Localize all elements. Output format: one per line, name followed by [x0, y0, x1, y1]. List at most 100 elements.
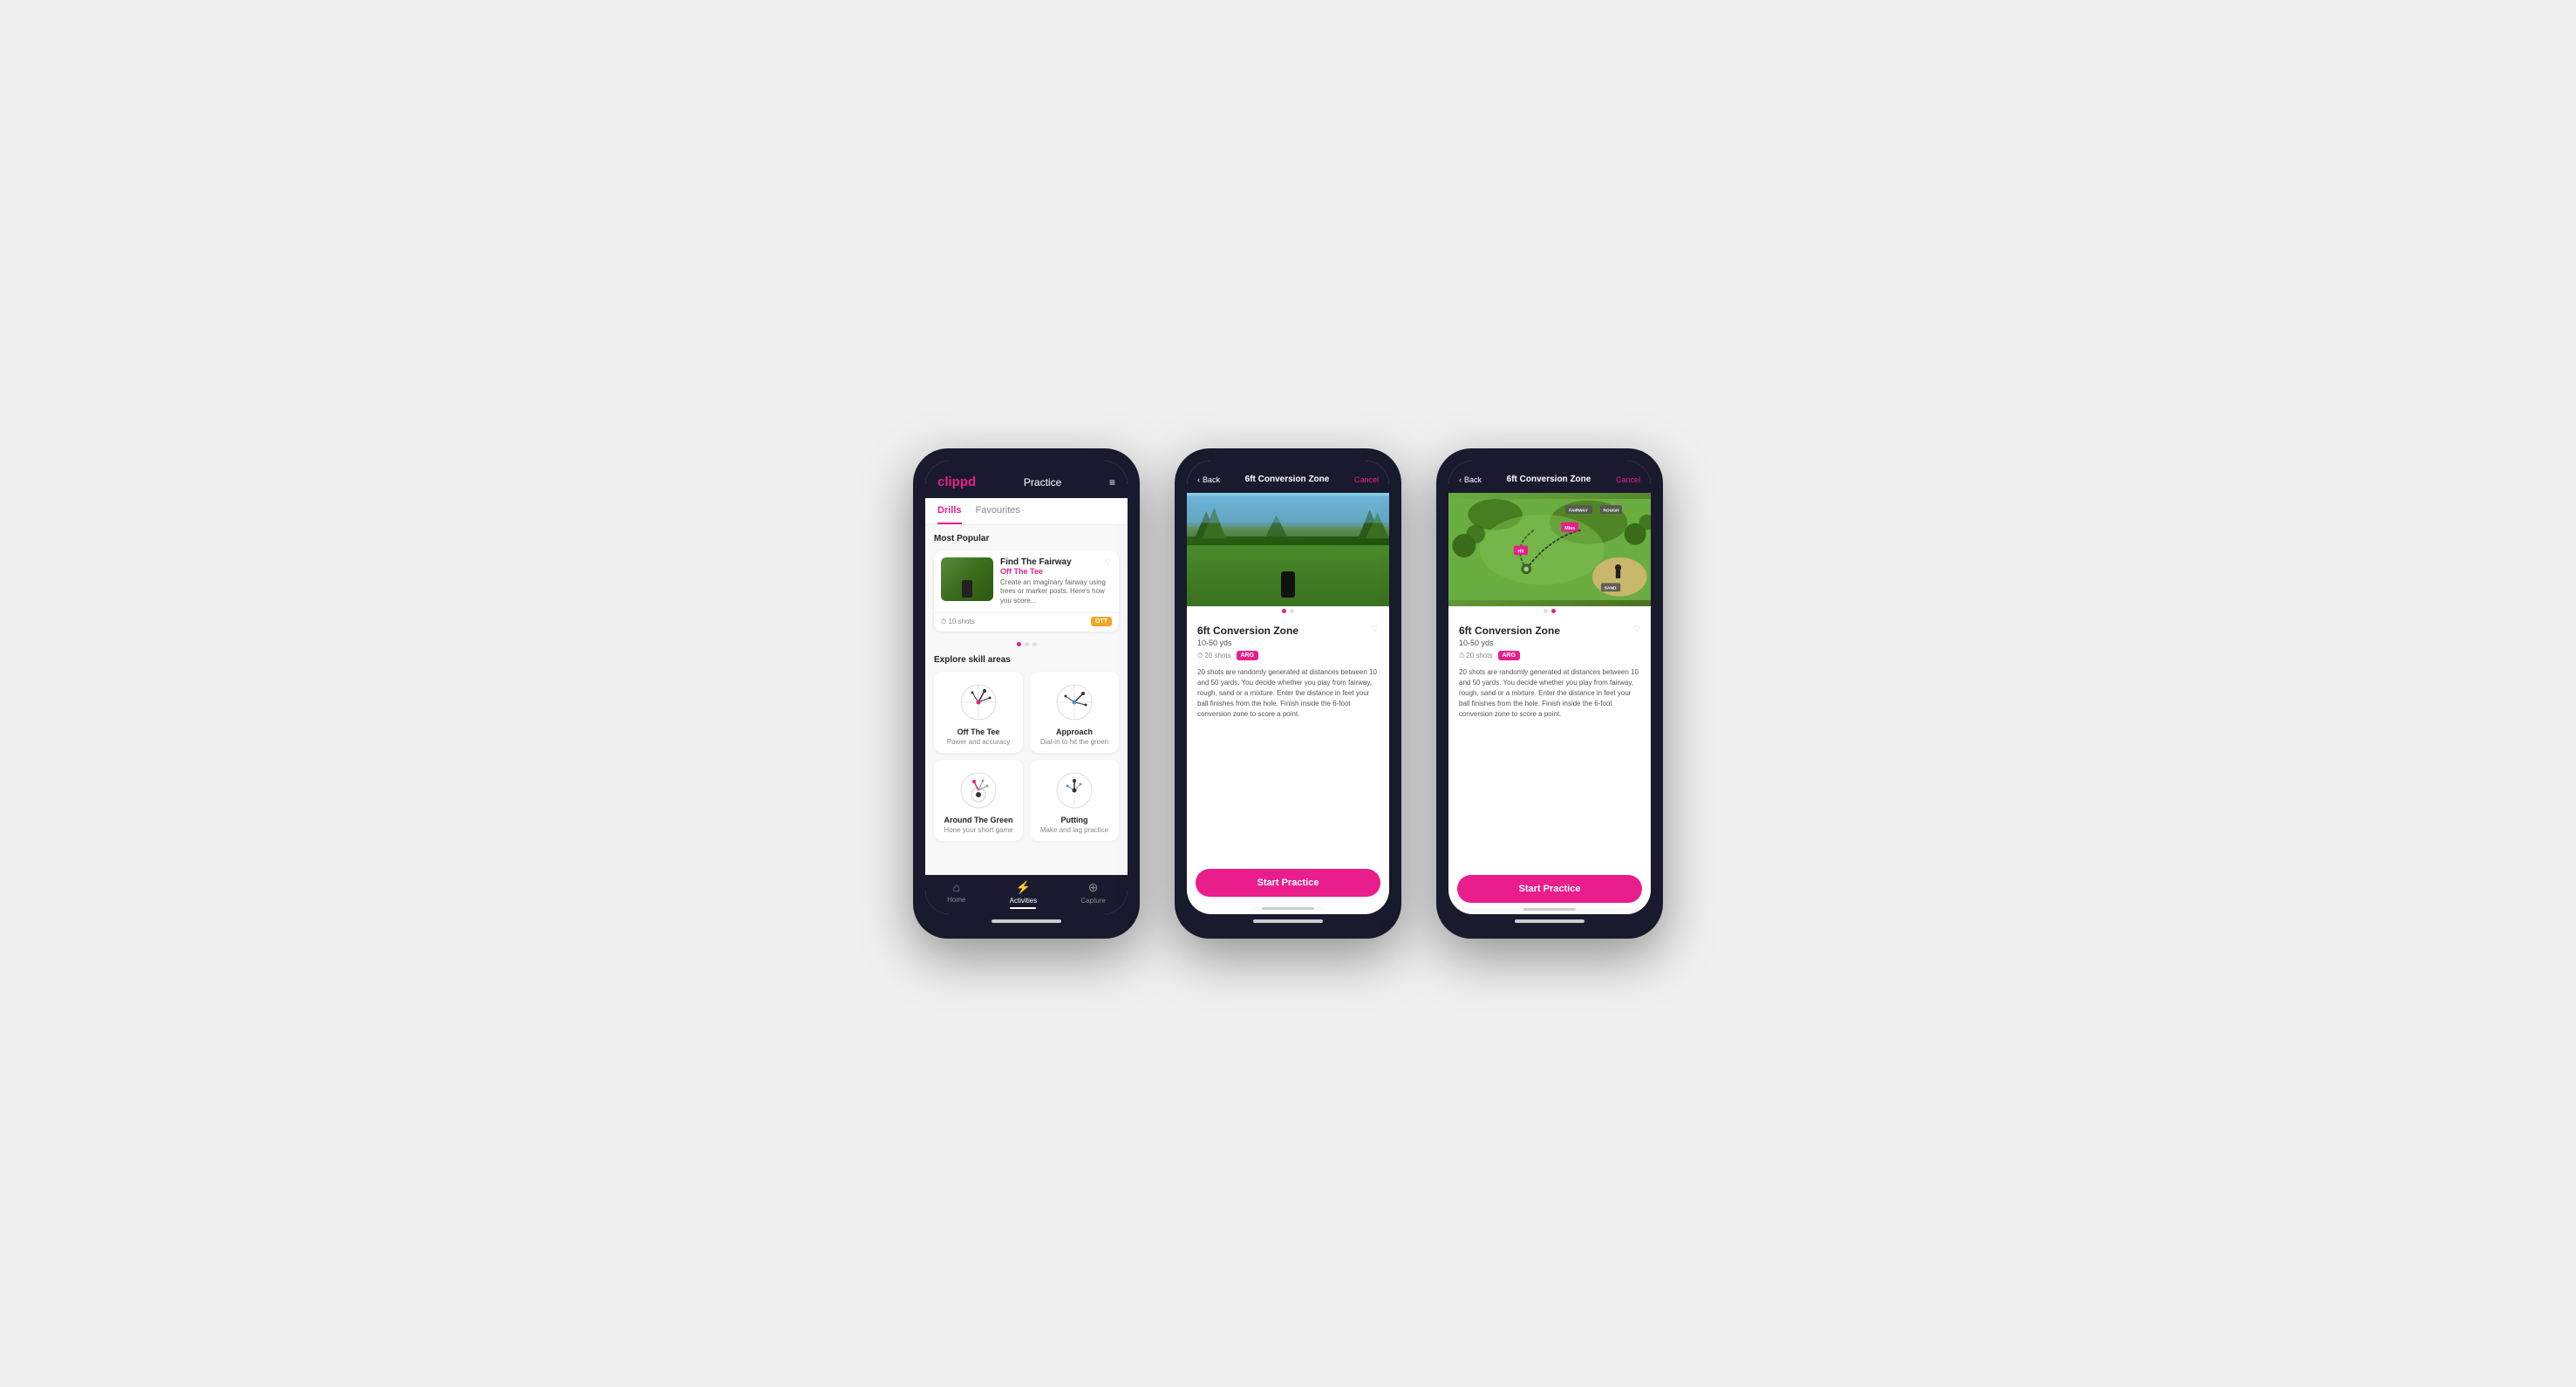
- phone-1: clippd Practice ≡ Drills Favourites Most…: [913, 448, 1140, 939]
- shots-info: ⏱ 10 shots: [941, 618, 975, 626]
- svg-text:Hit: Hit: [1517, 550, 1523, 555]
- screen-content: Most Popular Find The Fairway Off The Te…: [925, 525, 1128, 875]
- nav-capture-label: Capture: [1080, 897, 1105, 905]
- image-dots: [1448, 606, 1651, 616]
- skill-desc: Make and lag practice: [1040, 826, 1108, 834]
- putting-icon: [1053, 769, 1096, 812]
- skill-card-off-the-tee[interactable]: Off The Tee Power and accuracy: [934, 672, 1023, 753]
- home-bar: [1253, 919, 1323, 923]
- off-the-tee-icon: [957, 680, 1000, 724]
- home-bar: [992, 919, 1061, 923]
- home-bar: [1515, 919, 1584, 923]
- drill-subtitle: Off The Tee: [1000, 567, 1072, 576]
- home-bar: [1253, 907, 1323, 911]
- phone-notch: [1515, 448, 1584, 454]
- menu-icon[interactable]: ≡: [1109, 476, 1115, 489]
- skill-name: Around The Green: [944, 816, 1012, 824]
- drill-description: Create an imaginary fairway using trees …: [1000, 578, 1112, 605]
- drill-info: Find The Fairway Off The Tee ♡ Create an…: [1000, 557, 1112, 605]
- drill-header-title: 6ft Conversion Zone: [1245, 475, 1330, 484]
- phone-notch: [992, 448, 1061, 454]
- drill-title: Find The Fairway: [1000, 557, 1072, 567]
- phone-3: ‹ Back 6ft Conversion Zone Cancel: [1436, 448, 1663, 939]
- svg-text:FAIRWAY: FAIRWAY: [1569, 508, 1588, 513]
- drill-header: ‹ Back 6ft Conversion Zone Cancel: [1187, 461, 1389, 493]
- back-button[interactable]: ‹ Back: [1459, 475, 1482, 484]
- drill-detail-content: 6ft Conversion Zone ♡ 10-50 yds ⏱ 20 sho…: [1448, 616, 1651, 870]
- card-footer: ⏱ 10 shots OTT: [934, 612, 1119, 632]
- cancel-button[interactable]: Cancel: [1354, 475, 1379, 484]
- nav-activities[interactable]: ⚡ Activities: [1010, 880, 1038, 909]
- chevron-left-icon: ‹: [1459, 475, 1462, 484]
- favourite-icon[interactable]: ♡: [1632, 625, 1640, 634]
- drill-title: 6ft Conversion Zone: [1459, 625, 1560, 637]
- skill-desc: Power and accuracy: [947, 738, 1010, 746]
- golfer-figure: [1281, 571, 1295, 598]
- bottom-nav: ⌂ Home ⚡ Activities ⊕ Capture: [925, 875, 1128, 914]
- drill-detail-content: 6ft Conversion Zone ♡ 10-50 yds ⏱ 20 sho…: [1187, 616, 1389, 864]
- back-button[interactable]: ‹ Back: [1197, 475, 1220, 484]
- carousel-dots: [934, 639, 1119, 650]
- drill-thumbnail: [941, 557, 993, 601]
- skill-desc: Dial-in to hit the green: [1040, 738, 1108, 746]
- drill-description: 20 shots are randomly generated at dista…: [1459, 667, 1640, 720]
- start-practice-button[interactable]: Start Practice: [1196, 869, 1380, 897]
- tabs-bar: Drills Favourites: [925, 498, 1128, 525]
- drill-tag: OTT: [1091, 617, 1112, 626]
- featured-drill-card[interactable]: Find The Fairway Off The Tee ♡ Create an…: [934, 550, 1119, 632]
- nav-capture[interactable]: ⊕ Capture: [1080, 880, 1105, 909]
- home-icon: ⌂: [953, 880, 960, 894]
- skill-card-approach[interactable]: Approach Dial-in to hit the green: [1030, 672, 1119, 753]
- skill-name: Putting: [1061, 816, 1088, 824]
- shots-count: ⏱ 20 shots: [1197, 652, 1231, 660]
- dot-3[interactable]: [1032, 642, 1037, 646]
- drill-meta: ⏱ 20 shots ARG: [1197, 651, 1379, 660]
- skill-desc: Hone your short game: [944, 826, 1012, 834]
- image-dots: [1187, 606, 1389, 616]
- skill-grid: Off The Tee Power and accuracy: [934, 672, 1119, 841]
- svg-text:ROUGH: ROUGH: [1603, 508, 1619, 513]
- img-dot-2[interactable]: [1290, 609, 1294, 613]
- skill-card-putting[interactable]: Putting Make and lag practice: [1030, 760, 1119, 841]
- drill-header-title: 6ft Conversion Zone: [1507, 475, 1591, 484]
- dot-2[interactable]: [1025, 642, 1029, 646]
- skill-card-around-green[interactable]: Around The Green Hone your short game: [934, 760, 1023, 841]
- drill-range: 10-50 yds: [1197, 639, 1379, 647]
- drill-tag: ARG: [1498, 651, 1521, 660]
- drill-tag: ARG: [1237, 651, 1259, 660]
- cancel-button[interactable]: Cancel: [1616, 475, 1640, 484]
- tab-drills[interactable]: Drills: [937, 498, 962, 524]
- drill-meta: ⏱ 20 shots ARG: [1459, 651, 1640, 660]
- skill-name: Off The Tee: [957, 728, 1000, 736]
- favourite-icon[interactable]: ♡: [1104, 557, 1112, 567]
- capture-icon: ⊕: [1088, 880, 1099, 895]
- nav-activities-label: Activities: [1010, 897, 1038, 905]
- nav-home-label: Home: [947, 896, 965, 904]
- approach-icon: [1053, 680, 1096, 724]
- app-logo: clippd: [937, 475, 976, 489]
- phone-2: ‹ Back 6ft Conversion Zone Cancel: [1175, 448, 1401, 939]
- around-green-icon: [957, 769, 1000, 812]
- svg-text:SAND: SAND: [1605, 586, 1617, 591]
- svg-text:Miss: Miss: [1564, 526, 1575, 531]
- activities-icon: ⚡: [1016, 880, 1031, 895]
- chevron-left-icon: ‹: [1197, 475, 1200, 484]
- most-popular-label: Most Popular: [934, 534, 1119, 543]
- img-dot-2[interactable]: [1551, 609, 1556, 613]
- skill-name: Approach: [1056, 728, 1093, 736]
- header-title: Practice: [1024, 476, 1061, 489]
- dot-1[interactable]: [1017, 642, 1021, 646]
- phone-notch: [1253, 448, 1323, 454]
- nav-home[interactable]: ⌂ Home: [947, 880, 965, 909]
- drill-map-image: Miss Hit FAIRWAY ROUGH SAND: [1448, 493, 1651, 606]
- img-dot-1[interactable]: [1544, 609, 1548, 613]
- drill-title: 6ft Conversion Zone: [1197, 625, 1298, 637]
- drill-description: 20 shots are randomly generated at dista…: [1197, 667, 1379, 720]
- favourite-icon[interactable]: ♡: [1371, 625, 1379, 634]
- start-practice-button[interactable]: Start Practice: [1457, 875, 1642, 903]
- img-dot-1[interactable]: [1282, 609, 1286, 613]
- drill-range: 10-50 yds: [1459, 639, 1640, 647]
- drill-hero-image: [1187, 493, 1389, 606]
- explore-label: Explore skill areas: [934, 655, 1119, 665]
- tab-favourites[interactable]: Favourites: [976, 498, 1020, 524]
